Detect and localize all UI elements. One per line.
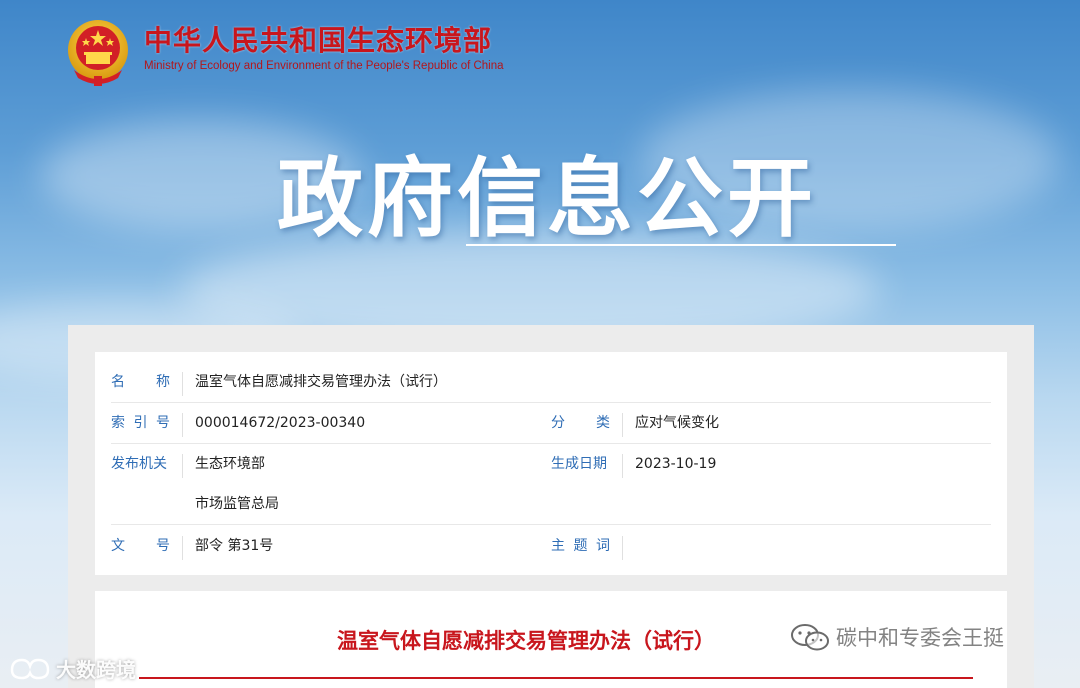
info-row-topic: 主题词 [551,536,635,560]
watermark-right-text: 碳中和专委会王挺 [836,626,1004,650]
date-label: 生成日期 [551,454,623,478]
topic-label: 主题词 [551,536,623,560]
issuer-value-1: 生态环境部 [195,456,265,472]
divider [111,402,991,403]
name-label: 名称 [111,372,183,396]
docno-label: 文号 [111,536,183,560]
divider [111,524,991,525]
info-row-date: 生成日期 2023-10-19 [551,454,716,478]
wechat-icon [791,624,829,651]
document-info-table: 名称 温室气体自愿减排交易管理办法（试行） 索引号 000014672/2023… [95,352,1007,575]
info-row-category: 分类 应对气候变化 [551,413,719,437]
national-emblem-icon[interactable] [66,18,130,86]
info-row-issuer-2: 市场监管总局 [183,494,279,514]
category-label: 分类 [551,413,623,437]
watermark-left-text: 大数跨境 [56,658,136,682]
banner-underline [466,244,896,246]
category-value: 应对气候变化 [635,415,719,431]
issuer-value-2: 市场监管总局 [195,496,279,512]
info-row-name: 名称 温室气体自愿减排交易管理办法（试行） [111,372,447,396]
divider [111,443,991,444]
site-header: 中华人民共和国生态环境部 Ministry of Ecology and Env… [66,18,504,86]
topic-value [623,536,635,560]
banner-title: 政府信息公开 [277,149,817,249]
info-row-docno: 文号 部令 第31号 [111,536,273,560]
issuer-label: 发布机关 [111,454,183,478]
watermark-right: 碳中和专委会王挺 [790,622,1004,652]
docno-value: 部令 第31号 [195,538,274,554]
info-row-issuer: 发布机关 生态环境部 [111,454,265,478]
info-row-index: 索引号 000014672/2023-00340 [111,413,365,437]
org-name-cn[interactable]: 中华人民共和国生态环境部 [144,24,504,58]
name-value: 温室气体自愿减排交易管理办法（试行） [195,374,447,390]
weibo-logo-icon [10,658,50,679]
watermark-left: 大数跨境 [8,654,136,683]
date-value: 2023-10-19 [635,456,717,472]
index-value: 000014672/2023-00340 [195,415,366,431]
org-name-en[interactable]: Ministry of Ecology and Environment of t… [144,60,504,72]
title-rule [139,677,973,679]
index-label: 索引号 [111,413,183,437]
